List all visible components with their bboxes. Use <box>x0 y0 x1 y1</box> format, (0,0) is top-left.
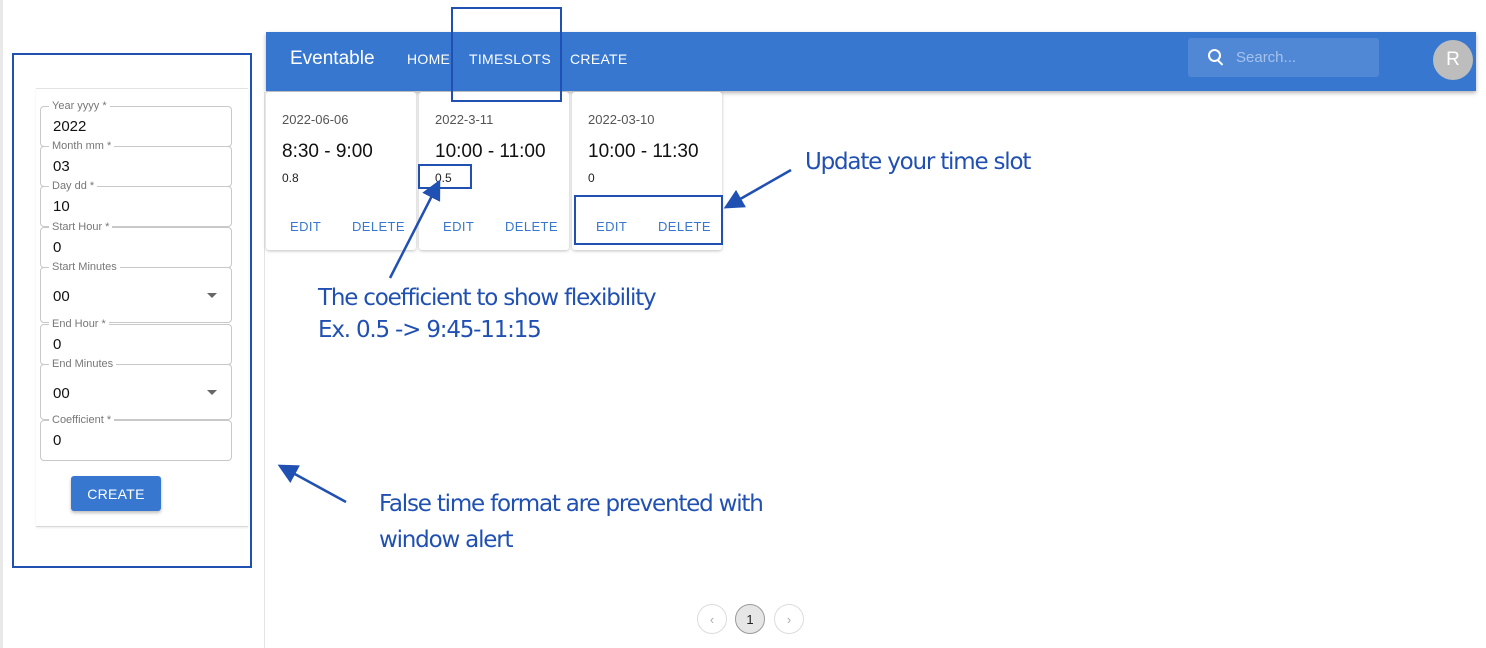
arrow-icon <box>388 179 441 279</box>
arrow-icon <box>277 464 347 504</box>
annotation-coefficient-line2: Ex. 0.5 -> 9:45-11:15 <box>318 317 542 343</box>
annotation-coefficient-line1: The coefficient to show flexibility <box>318 285 657 311</box>
annotation-validation-line1: False time format are prevented with <box>379 491 764 517</box>
annotation-update: Update your time slot <box>805 149 1031 175</box>
arrow-icon <box>723 168 792 209</box>
annotation-validation-line2: window alert <box>379 527 513 553</box>
annotation-arrows <box>277 168 792 504</box>
